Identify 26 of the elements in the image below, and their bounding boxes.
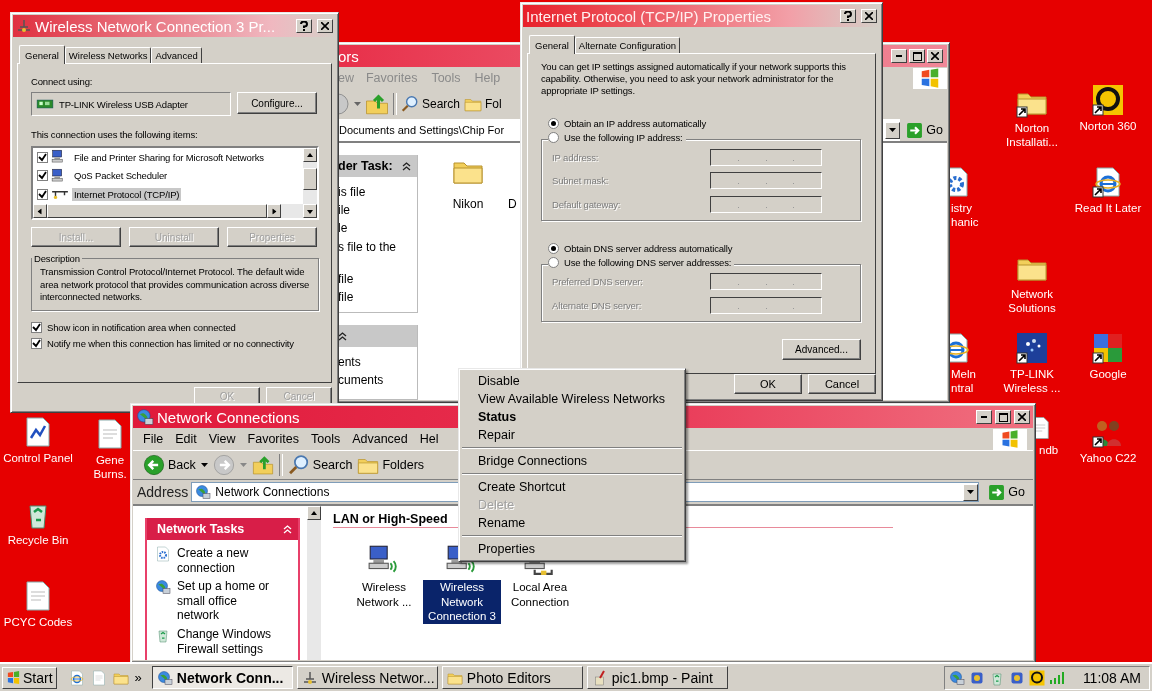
adapter-name: TP-LINK Wireless USB Adapter xyxy=(59,98,188,110)
radio-label: Obtain an IP address automatically xyxy=(564,118,707,130)
panel-title: Network Tasks xyxy=(157,522,245,536)
window-title: ors xyxy=(338,47,359,65)
clock: 11:08 AM xyxy=(1082,669,1141,686)
field-label: Alternate DNS server: xyxy=(552,299,642,311)
radio-label: Use the following DNS server addresses: xyxy=(564,256,732,268)
panel-title: der Task: xyxy=(338,159,393,173)
group-title: Description xyxy=(33,253,81,264)
field-label: IP address: xyxy=(552,151,599,163)
intro-text: You can get IP settings assigned automatically if your network supports this capability. Otherwise, you need to ask your network administrator for the appropriate IP settings. xyxy=(541,61,847,97)
radio-label: Use the following IP address: xyxy=(564,132,683,144)
radio-label: Obtain DNS server address automatically xyxy=(564,242,733,254)
address-text: Network Connections xyxy=(215,485,330,499)
checkbox-label: Show icon in notification area when connected xyxy=(47,321,236,333)
field-label: Connect using: xyxy=(31,76,94,87)
field-label: Default gateway: xyxy=(552,198,621,210)
description-text: Transmission Control Protocol/Internet Protocol. The default wide area network protocol that provides communication across diverse interconnected networks. xyxy=(40,266,310,304)
field-label: Subnet mask: xyxy=(552,175,609,187)
window-title: Wireless Network Connection 3 Pr... xyxy=(35,17,276,35)
field-label: Preferred DNS server: xyxy=(552,276,643,288)
checkbox-label: Notify me when this connection has limited or no connectivity xyxy=(47,337,294,349)
field-label: This connection uses the following items: xyxy=(31,129,199,140)
address-label: Address xyxy=(137,484,189,500)
window-title: Network Connections xyxy=(157,408,300,426)
window-title: Internet Protocol (TCP/IP) Properties xyxy=(526,7,772,25)
